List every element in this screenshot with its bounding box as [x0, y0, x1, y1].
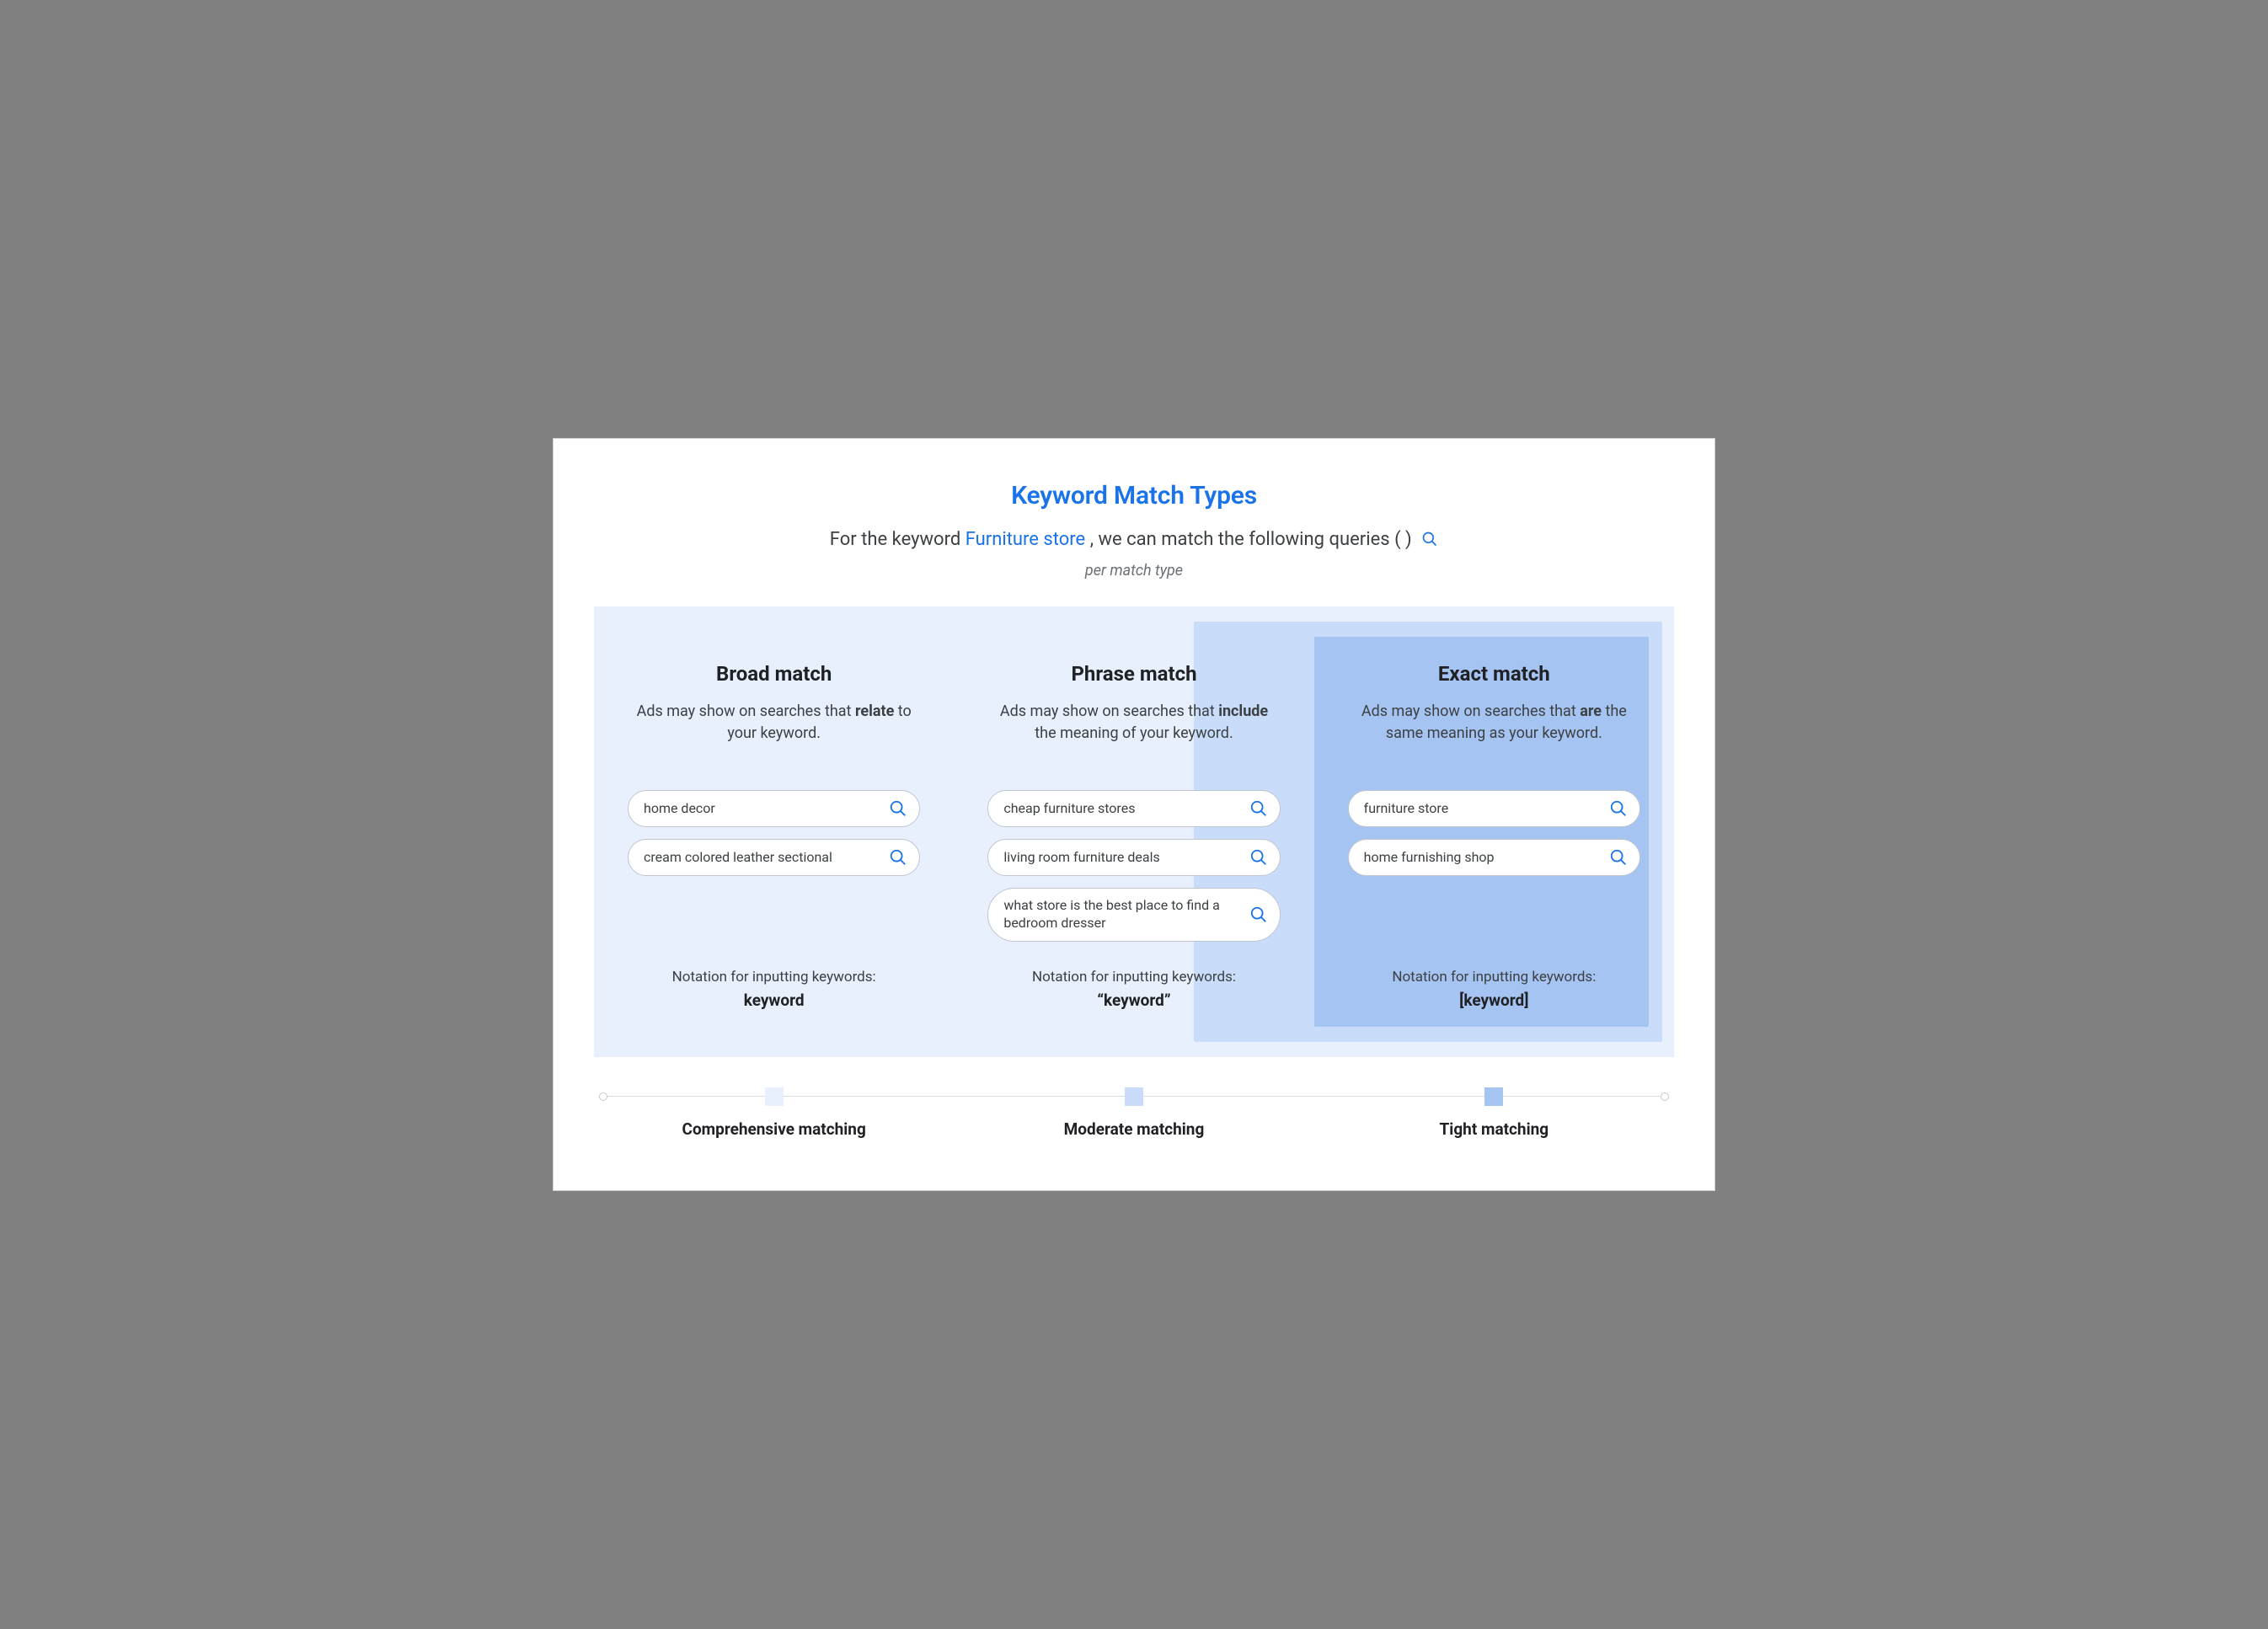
scale-label: Moderate matching [1064, 1119, 1205, 1139]
column-phrase-match: Phrase match Ads may show on searches th… [954, 632, 1313, 1032]
scale-tick-tight: Tight matching [1314, 1087, 1674, 1139]
subtitle: For the keyword Furniture store , we can… [594, 529, 1674, 550]
subtitle-pre: For the keyword [830, 529, 966, 550]
notation-value: [keyword] [1348, 991, 1640, 1010]
desc-bold: are [1580, 702, 1602, 720]
scale-tick-comprehensive: Comprehensive matching [594, 1087, 954, 1139]
per-match-type-label: per match type [594, 562, 1674, 579]
example-queries: cheap furniture stores living room furni… [987, 790, 1280, 953]
query-text: home decor [644, 800, 715, 818]
page-title: Keyword Match Types [594, 481, 1674, 510]
query-text: cheap furniture stores [1003, 800, 1135, 818]
example-queries: furniture store home furnishing shop [1348, 790, 1640, 953]
query-pill: cheap furniture stores [987, 790, 1280, 827]
column-description: Ads may show on searches that relate to … [628, 701, 920, 768]
query-text: living room furniture deals [1003, 849, 1159, 867]
example-queries: home decor cream colored leather section… [628, 790, 920, 953]
scale-ticks: Comprehensive matching Moderate matching… [594, 1087, 1674, 1139]
search-icon [1249, 905, 1268, 924]
query-pill: home furnishing shop [1348, 839, 1640, 876]
match-types-board: Broad match Ads may show on searches tha… [594, 606, 1674, 1057]
notation-value: “keyword” [987, 991, 1280, 1010]
query-pill: what store is the best place to find a b… [987, 888, 1280, 942]
query-text: what store is the best place to find a b… [1003, 897, 1240, 932]
matching-scale: Comprehensive matching Moderate matching… [594, 1086, 1674, 1153]
desc-pre: Ads may show on searches that [1000, 702, 1218, 720]
scale-swatch [1125, 1087, 1143, 1106]
search-icon [889, 799, 907, 818]
desc-pre: Ads may show on searches that [1361, 702, 1580, 720]
search-icon [1249, 848, 1268, 867]
column-description: Ads may show on searches that are the sa… [1348, 701, 1640, 768]
query-pill: furniture store [1348, 790, 1640, 827]
search-icon [1609, 848, 1628, 867]
scale-label: Tight matching [1440, 1119, 1549, 1139]
query-pill: home decor [628, 790, 920, 827]
example-keyword: Furniture store [966, 529, 1086, 550]
search-icon [1421, 531, 1438, 547]
query-text: home furnishing shop [1364, 849, 1495, 867]
scale-swatch [1484, 1087, 1503, 1106]
search-icon [1249, 799, 1268, 818]
search-icon [1609, 799, 1628, 818]
notation-label: Notation for inputting keywords: [1348, 969, 1640, 985]
notation-value: keyword [628, 991, 920, 1010]
column-description: Ads may show on searches that include th… [987, 701, 1280, 768]
scale-label: Comprehensive matching [682, 1119, 866, 1139]
diagram-frame: Keyword Match Types For the keyword Furn… [553, 438, 1715, 1191]
subtitle-post: , we can match the following queries ( ) [1090, 529, 1412, 550]
column-exact-match: Exact match Ads may show on searches tha… [1314, 632, 1674, 1032]
scale-swatch [765, 1087, 784, 1106]
query-text: cream colored leather sectional [644, 849, 832, 867]
query-pill: living room furniture deals [987, 839, 1280, 876]
notation-label: Notation for inputting keywords: [628, 969, 920, 985]
desc-post: the meaning of your keyword. [1035, 724, 1233, 742]
notation-label: Notation for inputting keywords: [987, 969, 1280, 985]
desc-pre: Ads may show on searches that [637, 702, 855, 720]
column-broad-match: Broad match Ads may show on searches tha… [594, 632, 954, 1032]
column-title: Broad match [628, 662, 920, 686]
scale-tick-moderate: Moderate matching [954, 1087, 1313, 1139]
desc-bold: relate [855, 702, 894, 720]
column-title: Exact match [1348, 662, 1640, 686]
query-pill: cream colored leather sectional [628, 839, 920, 876]
column-title: Phrase match [987, 662, 1280, 686]
desc-bold: include [1218, 702, 1268, 720]
search-icon [889, 848, 907, 867]
query-text: furniture store [1364, 800, 1449, 818]
